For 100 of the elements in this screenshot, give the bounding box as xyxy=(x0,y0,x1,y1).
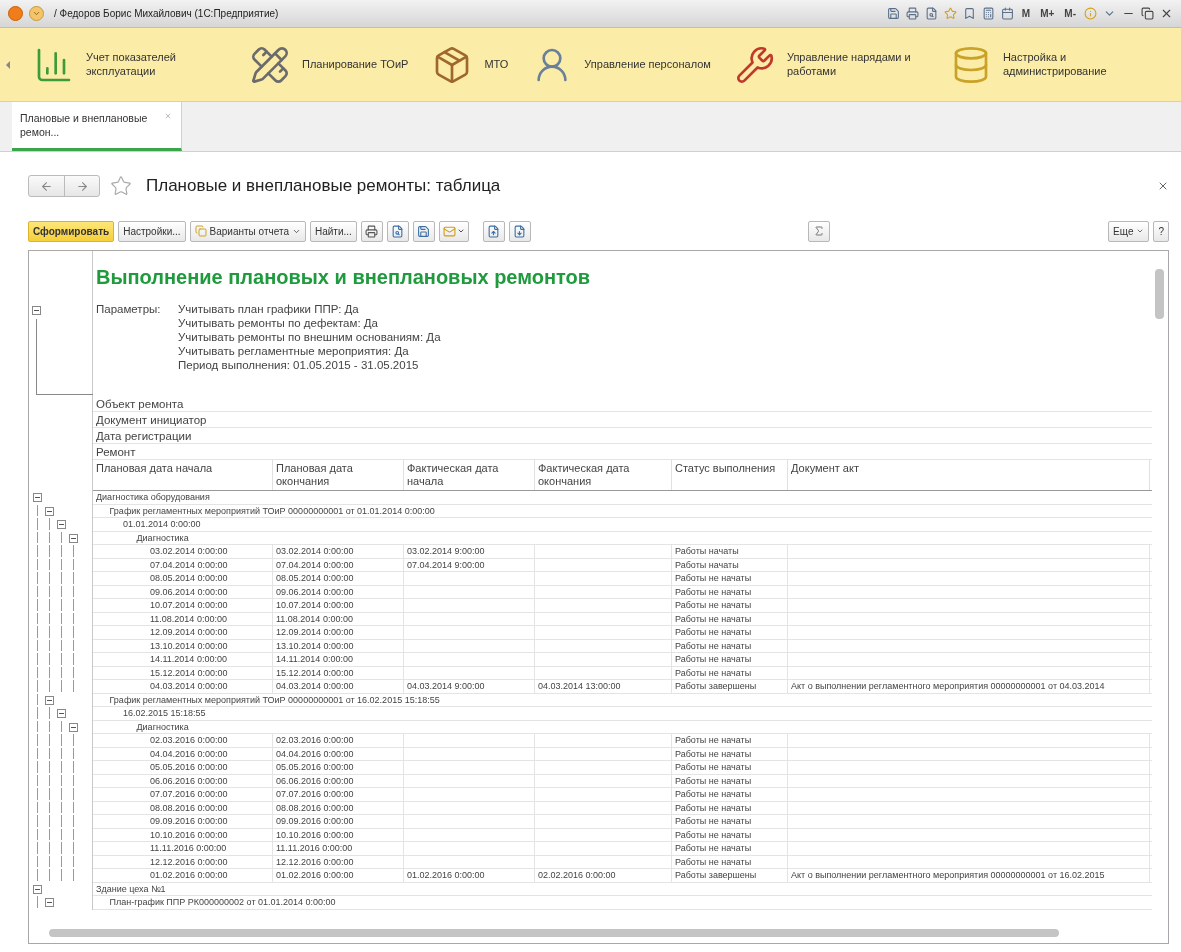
restore-icon[interactable] xyxy=(1141,7,1154,20)
wrench-icon[interactable] xyxy=(734,44,775,85)
variants-dropdown[interactable]: Варианты отчета xyxy=(189,220,306,242)
memory-button[interactable]: M xyxy=(1019,8,1033,19)
table-cell: 09.06.2014 0:00:00 xyxy=(273,585,404,598)
table-cell: 11.11.2016 0:00:00 xyxy=(93,842,273,855)
mail-button[interactable] xyxy=(438,220,469,242)
table-cell: 07.07.2016 0:00:00 xyxy=(273,788,404,801)
group-row-text: 01.01.2014 0:00:00 xyxy=(122,518,202,531)
table-cell: 07.04.2014 0:00:00 xyxy=(93,558,273,571)
section-link[interactable]: Управление нарядами и работами xyxy=(786,50,927,79)
floppy-icon xyxy=(417,224,431,238)
table-cell: 06.06.2016 0:00:00 xyxy=(93,774,273,787)
export-button[interactable] xyxy=(482,220,505,242)
table-cell: 15.12.2014 0:00:00 xyxy=(273,666,404,679)
minus-box-icon[interactable] xyxy=(44,695,54,705)
star-icon[interactable] xyxy=(110,175,132,197)
group-row-text: Диагностика xyxy=(135,720,190,733)
toolbar-button[interactable]: Найти... xyxy=(309,220,357,242)
minus-box-icon[interactable] xyxy=(56,520,66,529)
section-link[interactable]: Настройка и администрирование xyxy=(1002,50,1143,79)
table-cell: Работы завершены xyxy=(672,869,788,882)
table-cell: Работы не начаты xyxy=(672,761,788,774)
document-up-icon xyxy=(487,224,501,238)
document-down-icon xyxy=(513,224,527,238)
table-cell: 04.03.2014 9:00:00 xyxy=(404,680,535,693)
import-button[interactable] xyxy=(508,220,531,242)
table-cell: Работы не начаты xyxy=(672,801,788,814)
drafting-tools-icon[interactable] xyxy=(250,44,290,85)
table-cell: 06.06.2016 0:00:00 xyxy=(273,774,404,787)
toolbar-button[interactable]: Настройки... xyxy=(118,220,186,242)
section-link[interactable]: Управление персоналом xyxy=(584,57,711,72)
menu-button[interactable] xyxy=(29,6,44,21)
table-cell: Акт о выполнении регламентного мероприятия 00000000001 от 16.02.2015 xyxy=(788,869,1150,882)
table-cell: Работы начаты xyxy=(672,545,788,558)
section-link[interactable]: МТО xyxy=(484,57,509,72)
memory-button[interactable]: M- xyxy=(1062,8,1078,19)
arrow-left-icon xyxy=(40,179,53,193)
table-cell: 02.03.2016 0:00:00 xyxy=(93,734,273,747)
table-cell: 11.08.2014 0:00:00 xyxy=(93,612,273,625)
group-row-text: План-график ППР РК000000002 от 01.01.2014 0:00:00 xyxy=(108,896,337,909)
printer-icon[interactable] xyxy=(905,7,919,20)
minus-box-icon[interactable] xyxy=(56,709,66,718)
star-icon[interactable] xyxy=(943,7,957,20)
table-cell: Работы не начаты xyxy=(672,855,788,868)
generate-button[interactable]: Сформировать xyxy=(28,220,115,242)
preview-icon[interactable] xyxy=(924,7,938,20)
table-cell: Работы не начаты xyxy=(672,572,788,585)
column-header: Статус выполнения xyxy=(672,460,788,490)
table-cell: 04.03.2014 0:00:00 xyxy=(273,680,404,693)
calculator-icon[interactable] xyxy=(981,7,995,20)
table-cell: 10.07.2014 0:00:00 xyxy=(93,599,273,612)
column-header: Фактическая дата окончания xyxy=(535,460,672,490)
table-cell: 04.03.2014 13:00:00 xyxy=(535,680,672,693)
group-row-text: Здание цеха №1 xyxy=(95,882,167,895)
window-title: / Федоров Борис Михайлович (1С:Предприятие) xyxy=(54,8,280,19)
memory-button[interactable]: M+ xyxy=(1038,8,1057,19)
preview-button[interactable] xyxy=(386,220,409,242)
table-cell: 12.12.2016 0:00:00 xyxy=(93,855,273,868)
table-cell: 01.02.2016 0:00:00 xyxy=(93,869,273,882)
table-cell: Работы не начаты xyxy=(672,639,788,652)
save-button[interactable] xyxy=(412,220,435,242)
table-cell: 04.03.2014 0:00:00 xyxy=(93,680,273,693)
minus-box-icon[interactable] xyxy=(68,722,78,732)
parameter-text: Учитывать план графики ППР: Да xyxy=(178,303,360,315)
app-logo-icon[interactable] xyxy=(8,6,23,21)
table-cell: 13.10.2014 0:00:00 xyxy=(273,639,404,652)
report-title: Выполнение плановых и внеплановых ремонтов xyxy=(96,266,592,289)
parameter-text: Период выполнения: 01.05.2015 - 31.05.2015 xyxy=(178,359,420,371)
vertical-scrollbar[interactable] xyxy=(1155,269,1164,319)
calendar-icon[interactable] xyxy=(1000,7,1014,20)
close-icon[interactable] xyxy=(1157,180,1169,192)
minus-box-icon[interactable] xyxy=(32,884,42,894)
parameters-label: Параметры: xyxy=(96,303,162,317)
table-cell: Работы не начаты xyxy=(672,828,788,841)
print-button[interactable] xyxy=(360,220,383,242)
table-cell: 10.10.2016 0:00:00 xyxy=(273,828,404,841)
horizontal-scrollbar[interactable] xyxy=(49,929,1059,937)
minus-box-icon[interactable] xyxy=(32,306,41,315)
scroll-left-icon[interactable] xyxy=(6,60,10,69)
close-icon[interactable] xyxy=(1160,7,1173,20)
help-button[interactable]: ? xyxy=(1153,220,1169,242)
more-button[interactable]: Еще xyxy=(1108,220,1150,242)
section-link[interactable]: Планирование ТОиР xyxy=(302,57,409,72)
table-cell: 03.02.2014 9:00:00 xyxy=(404,545,535,558)
minus-box-icon[interactable] xyxy=(32,493,42,502)
tab[interactable]: Плановые и внеплановые ремон... xyxy=(12,102,182,151)
minus-box-icon[interactable] xyxy=(68,533,78,543)
minus-box-icon[interactable] xyxy=(44,898,54,907)
sigma-icon xyxy=(813,225,826,237)
bookmark-icon[interactable] xyxy=(962,7,976,20)
table-cell: 15.12.2014 0:00:00 xyxy=(93,666,273,679)
table-cell: 11.11.2016 0:00:00 xyxy=(273,842,404,855)
minus-box-icon[interactable] xyxy=(44,506,54,516)
save-icon[interactable] xyxy=(886,7,900,20)
caret-icon xyxy=(32,9,41,18)
table-cell: 03.02.2014 0:00:00 xyxy=(93,545,273,558)
table-cell: Работы не начаты xyxy=(672,612,788,625)
section-link[interactable]: Учет показателей эксплуатации xyxy=(86,50,226,79)
table-cell: 01.02.2016 0:00:00 xyxy=(273,869,404,882)
